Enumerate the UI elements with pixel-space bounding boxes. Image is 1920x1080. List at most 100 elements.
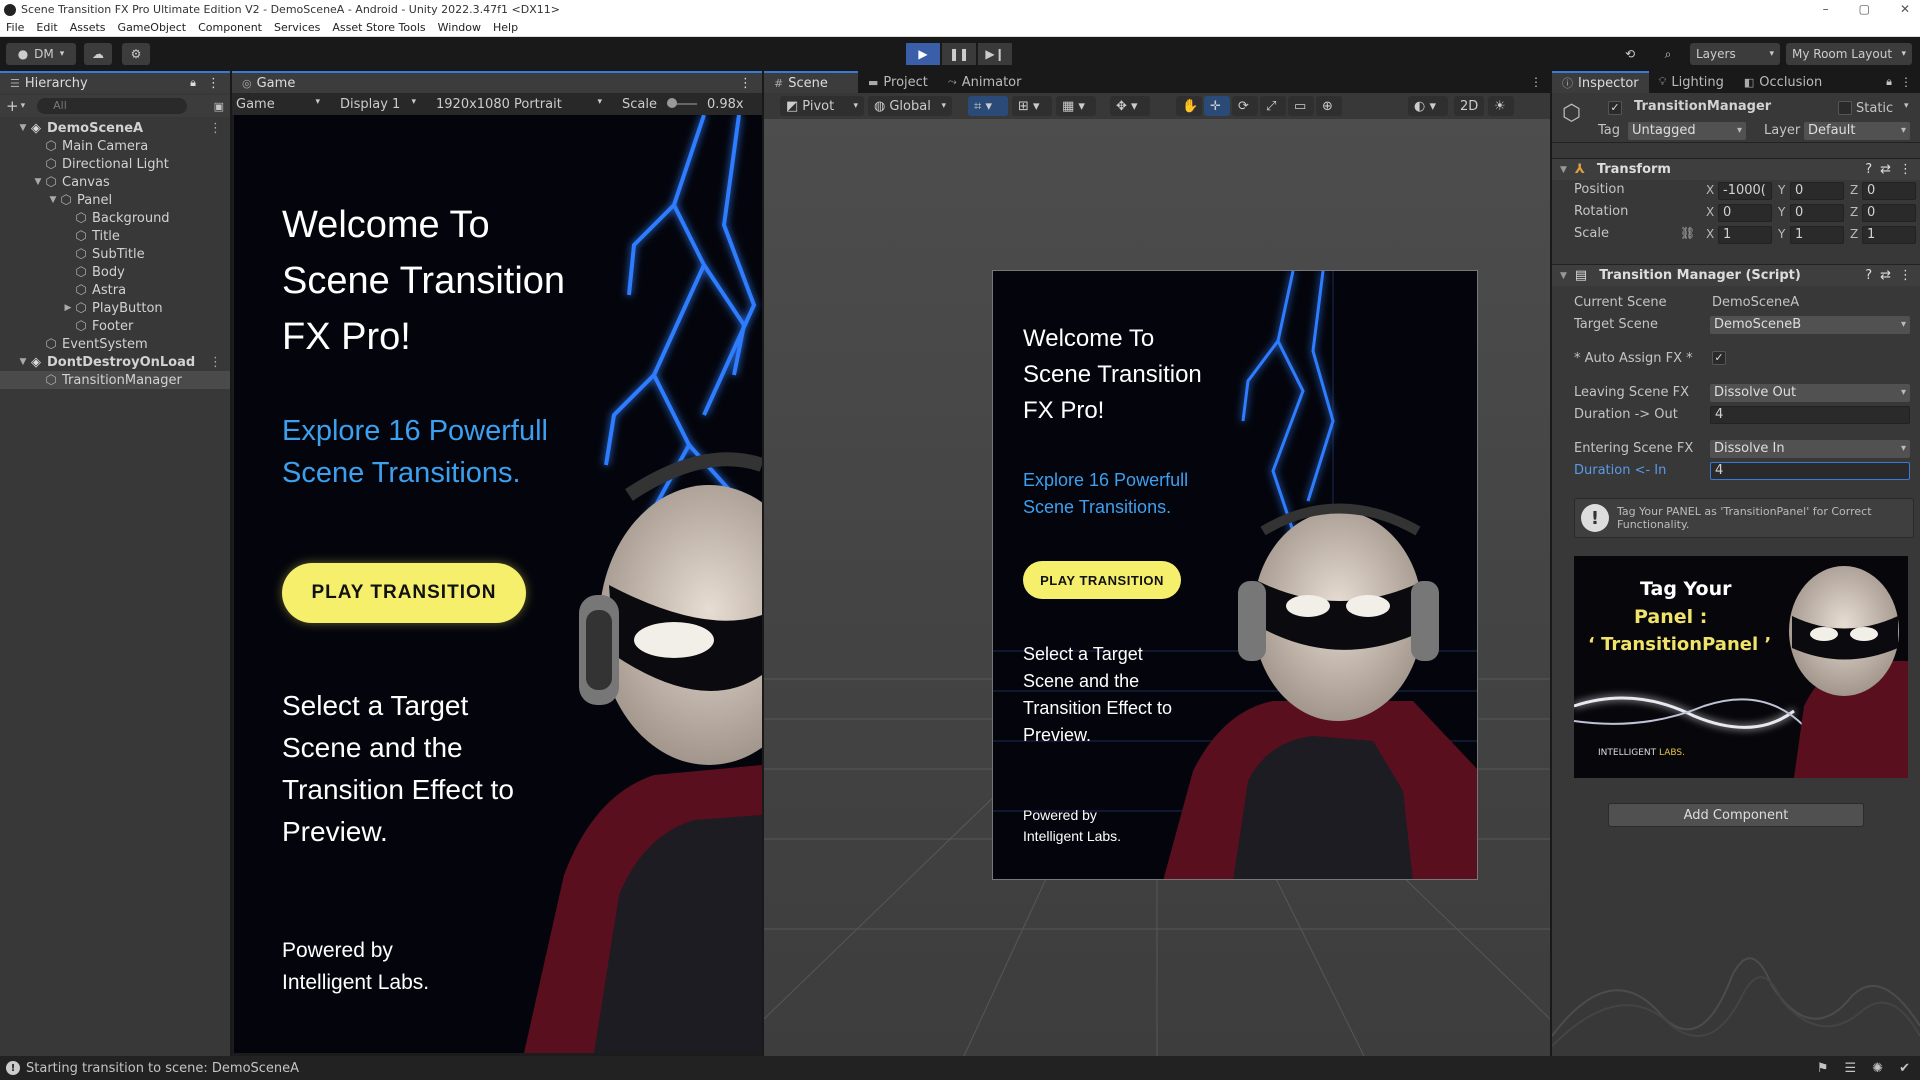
more-menu-icon[interactable]: ⋮ [1900,71,1912,93]
expand-arrow-icon[interactable]: ▼ [47,195,59,205]
add-component-button[interactable]: Add Component [1608,803,1864,827]
hierarchy-item[interactable]: ▼ ⬡ Panel [0,191,230,209]
collab-settings-icon[interactable]: ⚙ [122,43,150,65]
axis-x-label[interactable]: X [1706,227,1714,241]
transform-rotation-z-input[interactable]: 0 [1862,204,1916,222]
expand-arrow-icon[interactable]: ▼ [17,357,29,367]
transform-position-y-input[interactable]: 0 [1790,182,1844,200]
tab-project[interactable]: ▬ Project [858,71,938,93]
help-icon[interactable]: ? [1865,162,1872,177]
account-dropdown[interactable]: ● DM ▾ [6,43,76,65]
minimize-icon[interactable]: – [1823,0,1829,19]
scene-visibility-icon[interactable]: ▣ [214,100,224,113]
layers-dropdown[interactable]: Layers ▾ [1690,43,1780,65]
auto-generate-lighting-icon[interactable]: ✺ [1872,1061,1883,1076]
transform-tool-icon[interactable]: ⊕ [1316,96,1342,116]
tab-game[interactable]: ◎ Game ⋮ [232,71,762,93]
target-scene-dropdown[interactable]: DemoSceneB [1710,316,1910,334]
entering-fx-dropdown[interactable]: Dissolve In [1710,440,1910,458]
transform-scale-x-input[interactable]: 1 [1718,226,1772,244]
axis-x-label[interactable]: X [1706,183,1714,197]
search-icon[interactable]: ⌕ [1654,43,1682,65]
scale-tool-icon[interactable]: ⤢ [1260,96,1286,116]
more-menu-icon[interactable]: ⋮ [1899,162,1912,177]
more-menu-icon[interactable]: ⋮ [1899,268,1912,283]
axis-x-label[interactable]: X [1706,205,1714,219]
tab-lighting[interactable]: 💡︎ Lighting [1649,71,1734,93]
tab-inspector[interactable]: ⓘ Inspector [1552,71,1649,93]
hierarchy-item[interactable]: ▼ ⬡ Canvas [0,173,230,191]
transform-header[interactable]: ▼ ⅄ Transform ? ⇄ ⋮ [1552,158,1920,180]
more-menu-icon[interactable]: ⋮ [1530,71,1542,93]
preset-icon[interactable]: ⇄ [1880,268,1891,283]
menu-gameobject[interactable]: GameObject [118,21,187,34]
lighting-toggle-icon[interactable]: ☀ [1488,96,1514,116]
close-icon[interactable]: ✕ [1900,0,1910,19]
rect-tool-icon[interactable]: ▭ [1288,96,1314,116]
resolution-dropdown[interactable]: 1920x1080 Portrait ▾ [436,97,612,112]
more-menu-icon[interactable]: ⋮ [207,76,220,91]
snap-increment-icon[interactable]: ⊞ ▾ [1012,96,1052,116]
transform-position-x-input[interactable]: -1000( [1718,182,1772,200]
layout-dropdown[interactable]: My Room Layout ▾ [1786,43,1912,65]
active-checkbox[interactable]: ✓ [1608,101,1622,115]
menu-assets[interactable]: Assets [70,21,106,34]
tab-animator[interactable]: ⤳ Animator [938,71,1032,93]
scale-slider[interactable] [666,98,697,108]
hierarchy-item[interactable]: ⬡ Astra [0,281,230,299]
hierarchy-item[interactable]: ⬡ Main Camera [0,137,230,155]
play-transition-button[interactable]: PLAY TRANSITION [282,563,526,623]
more-menu-icon[interactable]: ⋮ [209,355,222,370]
hierarchy-item[interactable]: ⬡ Body [0,263,230,281]
status-message[interactable]: Starting transition to scene: DemoSceneA [26,1061,299,1076]
debug-icon[interactable]: ⚑ [1817,1061,1829,1076]
axis-y-label[interactable]: Y [1778,205,1785,219]
hierarchy-search-input[interactable]: All [37,98,188,114]
move-tool-dropdown-icon[interactable]: ✥ ▾ [1110,96,1150,116]
duration-out-input[interactable]: 4 [1710,406,1910,424]
hierarchy-item[interactable]: ▶ ⬡ PlayButton [0,299,230,317]
hierarchy-item[interactable]: ⬡ TransitionManager [0,371,230,389]
tab-occlusion[interactable]: ◧ Occlusion [1734,71,1832,93]
rotate-tool-icon[interactable]: ⟳ [1232,96,1258,116]
transition-manager-header[interactable]: ▼ ▤ Transition Manager (Script) ? ⇄ ⋮ [1552,264,1920,286]
history-icon[interactable]: ⟲ [1616,43,1644,65]
pause-button[interactable]: ❚❚ [942,43,976,65]
check-icon[interactable]: ✔ [1899,1061,1910,1076]
menu-component[interactable]: Component [198,21,262,34]
lock-icon[interactable]: 🔒︎ [1886,71,1892,93]
global-dropdown[interactable]: ◍ Global ▾ [868,96,952,116]
transform-rotation-y-input[interactable]: 0 [1790,204,1844,222]
collapse-arrow-icon[interactable]: ▶ [62,303,74,313]
menu-window[interactable]: Window [438,21,481,34]
expand-arrow-icon[interactable]: ▼ [17,123,29,133]
hierarchy-item[interactable]: ⬡ SubTitle [0,245,230,263]
step-button[interactable]: ▶❙ [978,43,1012,65]
scene-play-transition-button[interactable]: PLAY TRANSITION [1023,561,1181,599]
tab-scene[interactable]: # Scene [764,71,858,93]
grid-snap-icon[interactable]: ⌗ ▾ [968,96,1008,116]
ruler-icon[interactable]: ▦ ▾ [1056,96,1096,116]
add-icon[interactable]: + [6,97,19,115]
hierarchy-item[interactable]: ⬡ Directional Light [0,155,230,173]
lock-icon[interactable]: 🔒︎ [190,76,196,90]
more-menu-icon[interactable]: ⋮ [209,121,222,136]
game-viewport[interactable]: Welcome To Scene Transition FX Pro! Explor… [234,115,762,1053]
cloud-icon[interactable]: ☁ [84,43,112,65]
hierarchy-item[interactable]: ⬡ Title [0,227,230,245]
tag-dropdown[interactable]: Untagged [1628,122,1746,140]
duration-in-input[interactable]: 4 [1710,462,1910,480]
transform-scale-y-input[interactable]: 1 [1790,226,1844,244]
chevron-down-icon[interactable]: ▾ [21,101,26,111]
move-tool-icon[interactable]: ✛ [1204,96,1230,116]
axis-y-label[interactable]: Y [1778,183,1785,197]
constrain-proportions-icon[interactable]: ⛓ [1680,226,1695,240]
hierarchy-item[interactable]: ▼ ◈ DemoSceneA ⋮ [0,119,230,137]
game-mode-dropdown[interactable]: Game ▾ [236,97,330,112]
preset-icon[interactable]: ⇄ [1880,162,1891,177]
transform-rotation-x-input[interactable]: 0 [1718,204,1772,222]
play-button[interactable]: ▶ [906,43,940,65]
help-icon[interactable]: ? [1865,268,1872,283]
hierarchy-item[interactable]: ▼ ◈ DontDestroyOnLoad ⋮ [0,353,230,371]
scene-viewport[interactable]: Welcome To Scene Transition FX Pro! Explor… [764,119,1550,1056]
